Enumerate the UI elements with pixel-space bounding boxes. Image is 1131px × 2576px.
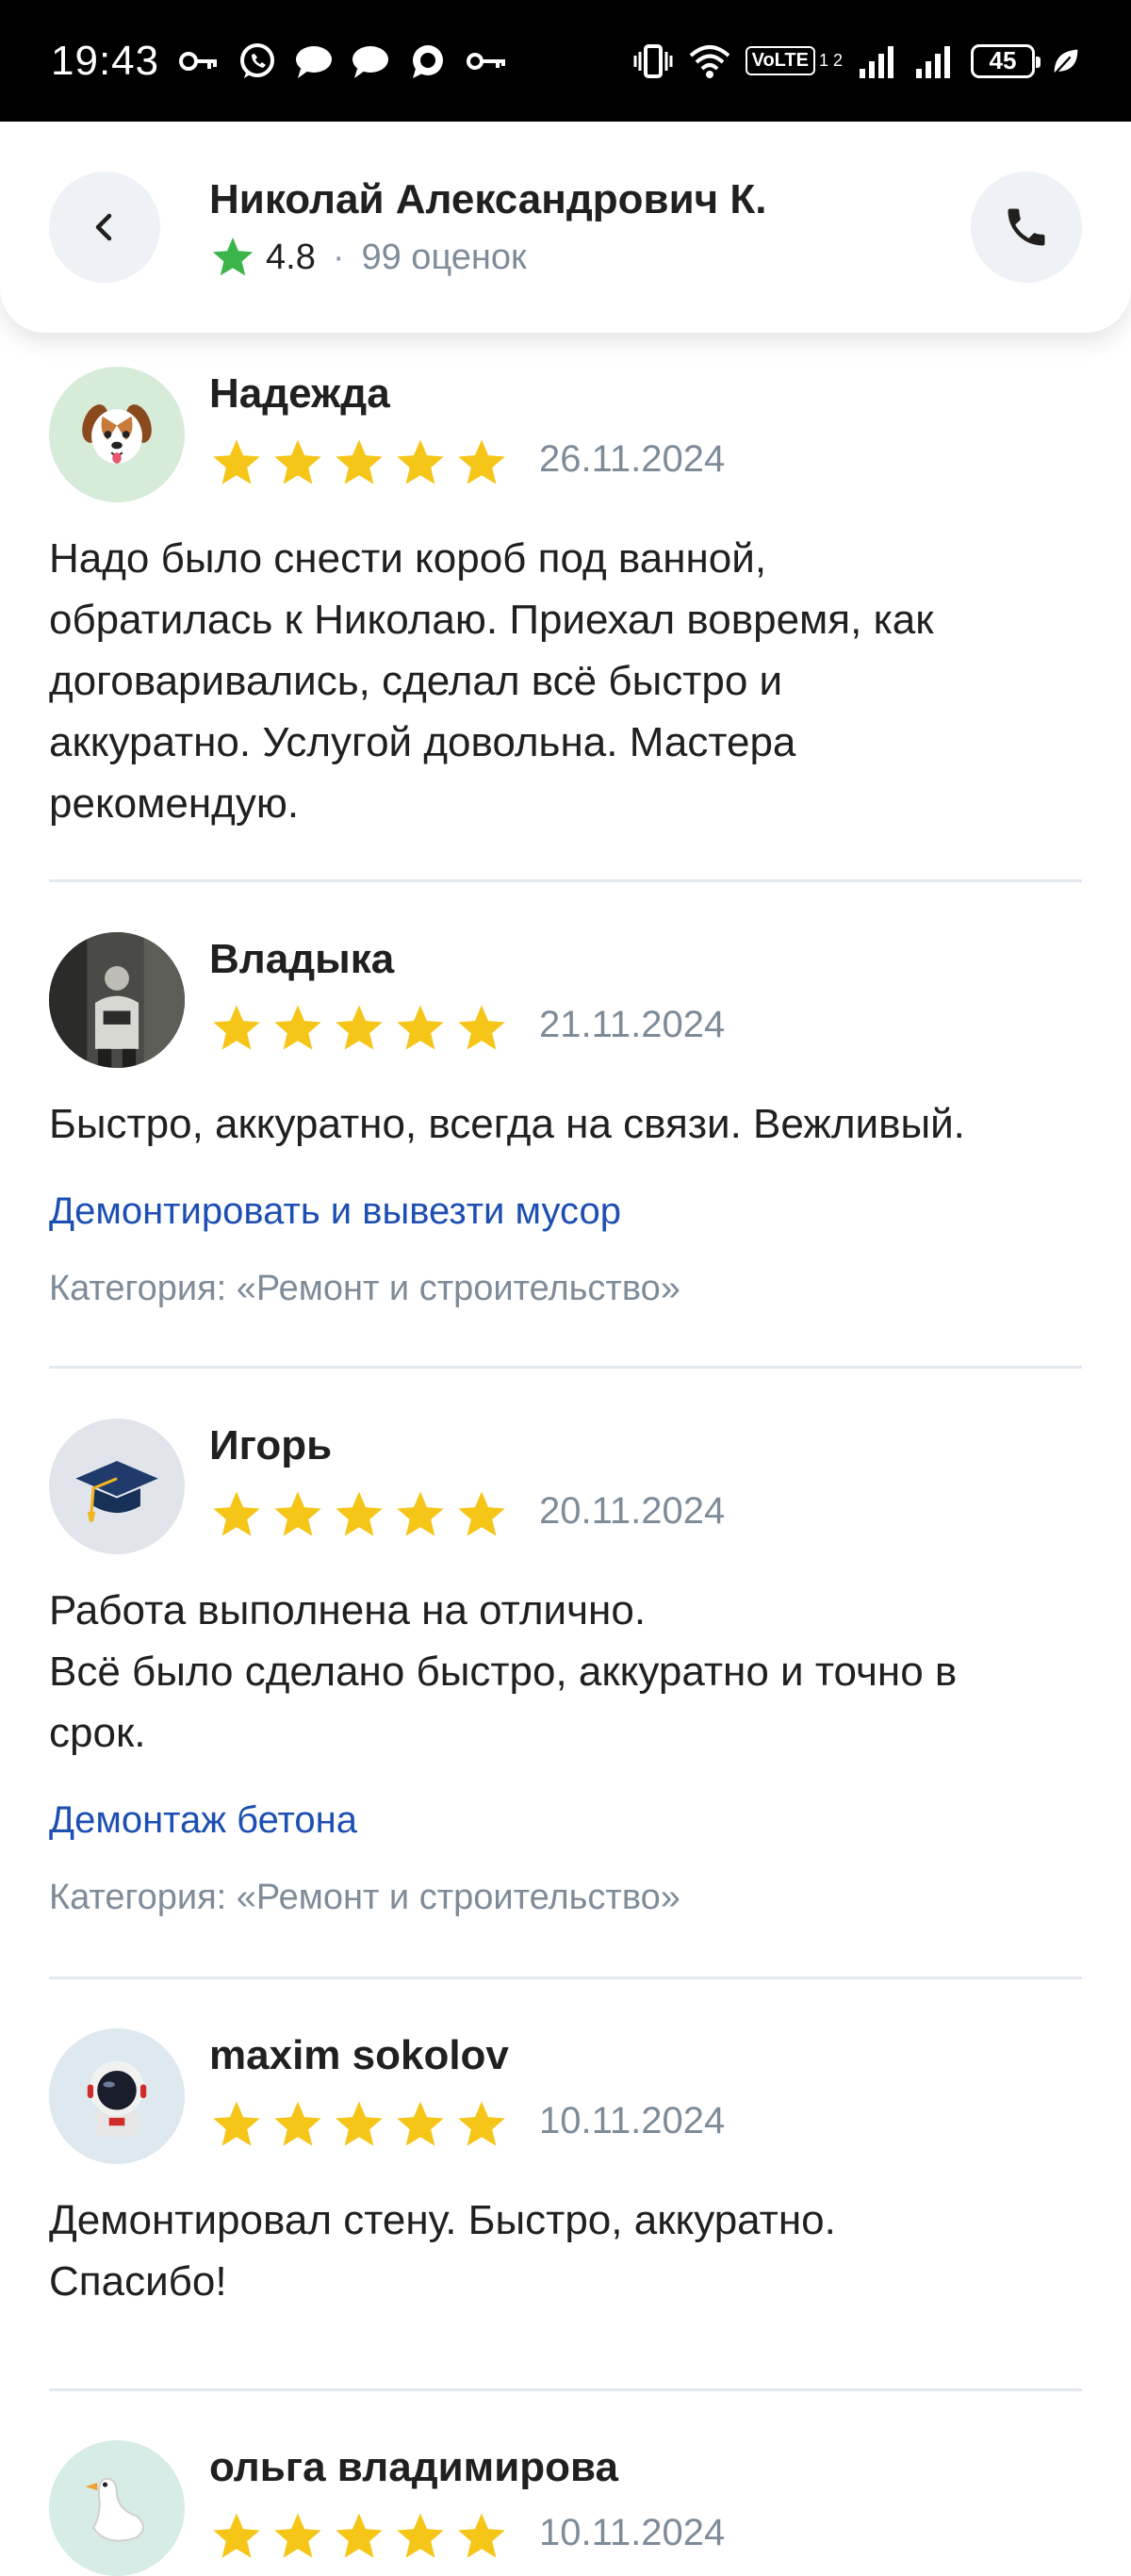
star-icon xyxy=(458,1005,505,1050)
sim-marks: 1 2 xyxy=(818,51,843,70)
review-date: 21.11.2024 xyxy=(539,1004,726,1045)
review-date: 10.11.2024 xyxy=(539,2100,726,2141)
star-icon xyxy=(336,439,383,484)
back-button[interactable] xyxy=(49,172,160,283)
chevron-left-icon xyxy=(95,213,112,241)
phone-icon xyxy=(1008,208,1045,246)
review-date: 10.11.2024 xyxy=(539,2512,726,2553)
divider xyxy=(49,1366,1082,1369)
reviewer-name: Игорь xyxy=(209,1422,333,1468)
review-date: 20.11.2024 xyxy=(539,1490,726,1532)
star-icon xyxy=(458,2101,505,2146)
message-icon xyxy=(413,44,444,78)
battery-indicator: 45 xyxy=(971,43,1041,78)
reviewer-name: maxim sokolov xyxy=(209,2032,509,2078)
call-button[interactable] xyxy=(971,172,1082,283)
ratings-count: 99 оценок xyxy=(361,237,527,277)
star-icon xyxy=(213,1005,260,1050)
key-icon xyxy=(467,52,506,70)
star-icon xyxy=(274,2101,321,2146)
photo-avatar xyxy=(49,932,185,1068)
reviewer-name: ольга владимирова xyxy=(209,2444,618,2490)
review-date: 26.11.2024 xyxy=(539,438,726,480)
status-bar: 19:43 VoLTE 1 2 45 xyxy=(0,0,1131,122)
status-time: 19:43 xyxy=(51,37,160,84)
chat-icon xyxy=(296,45,333,78)
whatsapp-icon xyxy=(240,42,275,78)
service-link[interactable]: Демонтировать и вывезти мусор xyxy=(49,1190,621,1233)
divider xyxy=(49,879,1082,882)
review-text: Надо было снести короб под ванной, обрат… xyxy=(49,535,934,827)
star-rating xyxy=(209,436,509,489)
star-icon xyxy=(274,1005,321,1050)
reviewer-name: Владыка xyxy=(209,936,395,982)
key-icon xyxy=(179,51,218,71)
review-text: Быстро, аккуратно, всегда на связи. Вежл… xyxy=(49,1101,965,1147)
review-text: Демонтировал стену. Быстро, аккуратно. С… xyxy=(49,2197,836,2305)
star-icon xyxy=(397,439,444,484)
star-icon xyxy=(397,2513,444,2558)
master-name: Николай Александрович К. xyxy=(209,176,767,222)
star-rating xyxy=(209,2098,509,2151)
signal-icon xyxy=(916,45,950,78)
volte-badge: VoLTE xyxy=(745,46,815,75)
leaf-icon xyxy=(1053,49,1078,75)
separator-dot: · xyxy=(332,237,345,277)
service-link[interactable]: Демонтаж бетона xyxy=(49,1799,357,1842)
wifi-icon xyxy=(689,44,729,78)
graduation-cap-avatar xyxy=(49,1419,185,1554)
review-category: Категория: «Ремонт и строительство» xyxy=(49,1269,680,1308)
divider xyxy=(49,1977,1082,1979)
star-icon xyxy=(274,2513,321,2558)
rating-summary[interactable]: 4.8 · 99 оценок xyxy=(209,235,527,280)
star-icon xyxy=(397,1491,444,1536)
vibrate-icon xyxy=(633,43,673,78)
signal-icon xyxy=(860,45,893,78)
star-rating xyxy=(209,2510,509,2563)
star-rating xyxy=(209,1002,509,1055)
star-icon xyxy=(212,238,254,276)
star-icon xyxy=(213,439,260,484)
star-icon xyxy=(213,2101,260,2146)
star-icon xyxy=(458,1491,505,1536)
star-icon xyxy=(213,1491,260,1536)
star-icon xyxy=(336,1005,383,1050)
star-rating xyxy=(209,1488,509,1541)
rating-value: 4.8 xyxy=(266,237,316,277)
star-icon xyxy=(274,439,321,484)
star-icon xyxy=(336,2101,383,2146)
astronaut-avatar xyxy=(49,2028,185,2164)
star-icon xyxy=(397,2101,444,2146)
profile-header: Николай Александрович К. 4.8 · 99 оценок xyxy=(0,122,1131,333)
star-icon xyxy=(458,2513,505,2558)
star-icon xyxy=(274,1491,321,1536)
divider xyxy=(49,2388,1082,2391)
star-icon xyxy=(458,439,505,484)
reviewer-name: Надежда xyxy=(209,370,390,417)
star-icon xyxy=(336,2513,383,2558)
dog-avatar xyxy=(49,367,185,502)
review-text: Работа выполнена на отлично. Всё было сд… xyxy=(49,1587,958,1756)
star-icon xyxy=(397,1005,444,1050)
star-icon xyxy=(336,1491,383,1536)
goose-avatar xyxy=(49,2440,185,2576)
chat-icon xyxy=(352,45,389,78)
review-category: Категория: «Ремонт и строительство» xyxy=(49,1878,680,1917)
star-icon xyxy=(213,2513,260,2558)
